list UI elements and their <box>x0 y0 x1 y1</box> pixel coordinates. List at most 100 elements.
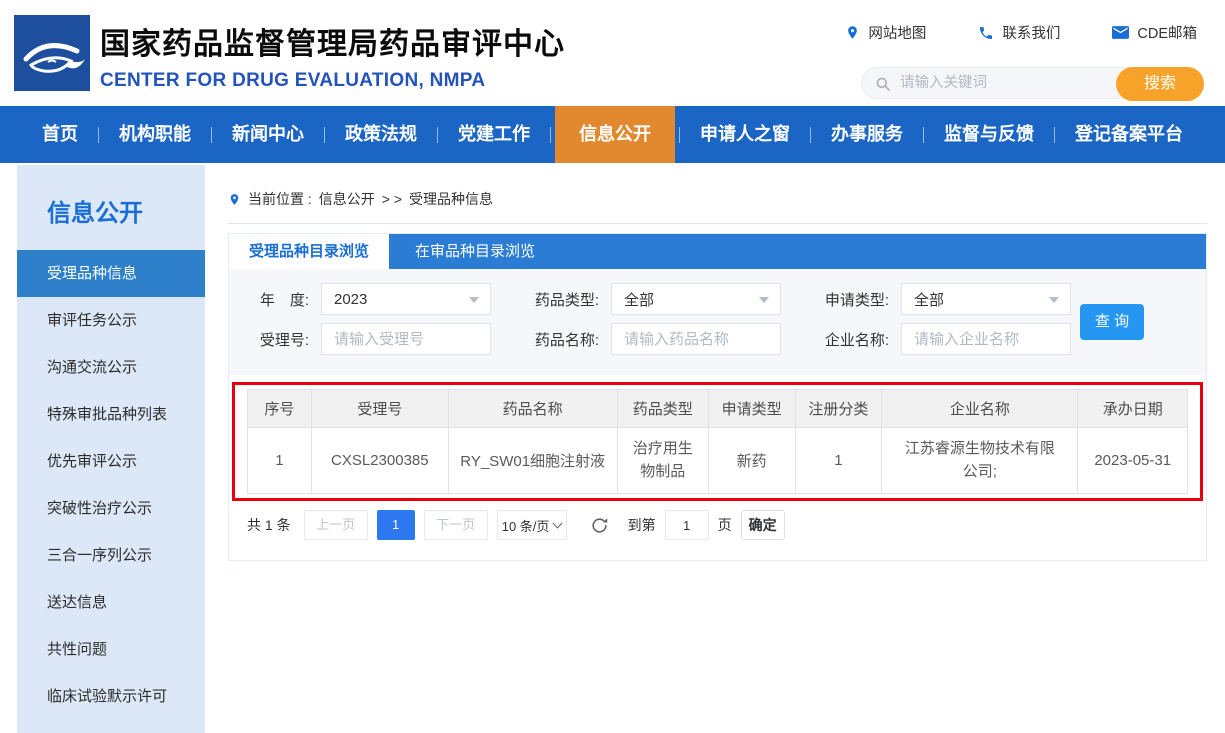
filter-row-2: 受理号: 药品名称: 企业名称: <box>229 323 1206 355</box>
breadcrumb-section[interactable]: 信息公开 <box>319 189 375 209</box>
cde-mail-link-label: CDE邮箱 <box>1137 22 1197 43</box>
cell-undertake-date: 2023-05-31 <box>1078 428 1188 494</box>
page-size-select[interactable]: 10 条/页 <box>497 510 567 540</box>
breadcrumb: 当前位置 : 信息公开 > > 受理品种信息 <box>228 189 1207 224</box>
col-acceptance-no: 受理号 <box>311 390 448 428</box>
sidebar-title: 信息公开 <box>17 165 205 250</box>
nav-item-news[interactable]: 新闻中心 <box>216 106 320 163</box>
filter-section: 年 度: 2023 药品类型: 全部 申请类 <box>229 269 1206 375</box>
page-unit-label: 页 <box>718 515 732 535</box>
contact-link-label: 联系我们 <box>1002 22 1060 43</box>
tab-bar: 受理品种目录浏览 在审品种目录浏览 <box>229 234 1206 269</box>
nav-separator <box>923 127 924 143</box>
contact-link[interactable]: 联系我们 <box>978 22 1060 43</box>
query-button[interactable]: 查 询 <box>1080 304 1144 340</box>
cde-mail-link[interactable]: CDE邮箱 <box>1112 22 1197 43</box>
chevron-down-icon <box>759 297 769 303</box>
col-apply-type: 申请类型 <box>708 390 795 428</box>
nav-item-policy[interactable]: 政策法规 <box>329 106 433 163</box>
acceptance-no-input[interactable] <box>321 323 491 355</box>
tab-under-review-catalog[interactable]: 在审品种目录浏览 <box>389 234 561 269</box>
site-header: 国家药品监督管理局药品审评中心 CENTER FOR DRUG EVALUATI… <box>0 0 1225 106</box>
refresh-button[interactable] <box>590 516 609 535</box>
breadcrumb-current: 受理品种信息 <box>409 189 493 209</box>
filter-row-1: 年 度: 2023 药品类型: 全部 申请类 <box>229 283 1206 315</box>
filter-company-group: 企业名称: <box>809 323 1071 355</box>
nav-item-party[interactable]: 党建工作 <box>442 106 546 163</box>
sidebar-item-communication[interactable]: 沟通交流公示 <box>17 344 205 391</box>
next-page-button[interactable]: 下一页 <box>424 510 488 540</box>
sidebar-item-three-in-one[interactable]: 三合一序列公示 <box>17 532 205 579</box>
col-registration-class: 注册分类 <box>795 390 882 428</box>
nav-item-applicant-window[interactable]: 申请人之窗 <box>684 106 806 163</box>
search-button[interactable]: 搜索 <box>1116 67 1204 101</box>
page-1-button[interactable]: 1 <box>377 510 415 540</box>
nav-item-home[interactable]: 首页 <box>26 106 94 163</box>
sitemap-link[interactable]: 网站地图 <box>845 22 926 43</box>
goto-page-input[interactable] <box>665 510 709 540</box>
cell-drug-name: RY_SW01细胞注射液 <box>448 428 617 494</box>
page: 国家药品监督管理局药品审评中心 CENTER FOR DRUG EVALUATI… <box>0 0 1225 733</box>
page-size-value: 10 条/页 <box>502 516 550 535</box>
breadcrumb-prefix: 当前位置 : <box>248 189 312 209</box>
filter-drug-name-group: 药品名称: <box>519 323 781 355</box>
sidebar-item-common-issues[interactable]: 共性问题 <box>17 626 205 673</box>
table-row: 1 CXSL2300385 RY_SW01细胞注射液 治疗用生物制品 新药 1 … <box>248 428 1188 494</box>
filter-acceptance-no-group: 受理号: <box>229 323 491 355</box>
cell-drug-type: 治疗用生物制品 <box>617 428 708 494</box>
sidebar-item-special-approval[interactable]: 特殊审批品种列表 <box>17 391 205 438</box>
apply-type-select[interactable]: 全部 <box>901 283 1071 315</box>
drug-type-label: 药品类型: <box>519 289 611 310</box>
tab-accepted-catalog[interactable]: 受理品种目录浏览 <box>229 234 389 269</box>
breadcrumb-separator: > > <box>382 191 402 207</box>
cde-logo[interactable] <box>14 15 90 91</box>
sidebar-item-review-tasks[interactable]: 审评任务公示 <box>17 297 205 344</box>
breadcrumb-pin-icon <box>228 192 241 207</box>
envelope-icon <box>1112 26 1129 39</box>
nav-item-supervision[interactable]: 监督与反馈 <box>928 106 1050 163</box>
sidebar-item-breakthrough-therapy[interactable]: 突破性治疗公示 <box>17 485 205 532</box>
chevron-down-icon <box>469 297 479 303</box>
nav-separator <box>211 127 212 143</box>
col-undertake-date: 承办日期 <box>1078 390 1188 428</box>
cell-company: 江苏睿源生物技术有限公司; <box>882 428 1078 494</box>
drug-type-select[interactable]: 全部 <box>611 283 781 315</box>
confirm-button[interactable]: 确定 <box>741 510 785 540</box>
chevron-down-icon <box>553 519 563 529</box>
results-table: 序号 受理号 药品名称 药品类型 申请类型 注册分类 企业名称 承办日期 1 <box>247 389 1188 494</box>
sidebar-item-accepted-varieties[interactable]: 受理品种信息 <box>17 250 205 297</box>
sidebar-item-priority-review[interactable]: 优先审评公示 <box>17 438 205 485</box>
quick-links: 网站地图 联系我们 CDE邮箱 <box>845 22 1197 43</box>
cell-apply-type: 新药 <box>708 428 795 494</box>
filter-apply-type-group: 申请类型: 全部 <box>809 283 1071 315</box>
drug-name-label: 药品名称: <box>519 329 611 350</box>
sitemap-link-label: 网站地图 <box>868 22 926 43</box>
search-input[interactable] <box>900 69 1110 97</box>
col-serial: 序号 <box>248 390 312 428</box>
year-label: 年 度: <box>229 289 321 310</box>
sidebar-item-clinical-trial-implied-license[interactable]: 临床试验默示许可 <box>17 673 205 720</box>
pagination: 共 1 条 上一页 1 下一页 10 条/页 到第 页 确定 <box>247 510 1206 540</box>
company-input[interactable] <box>901 323 1071 355</box>
site-subtitle: CENTER FOR DRUG EVALUATION, NMPA <box>100 70 565 92</box>
nav-item-registration-platform[interactable]: 登记备案平台 <box>1059 106 1199 163</box>
nav-separator <box>324 127 325 143</box>
nav-item-info-disclosure[interactable]: 信息公开 <box>555 106 675 163</box>
nav-item-services[interactable]: 办事服务 <box>815 106 919 163</box>
nav-separator <box>810 127 811 143</box>
pagination-total: 共 1 条 <box>247 515 291 535</box>
year-select[interactable]: 2023 <box>321 283 491 315</box>
site-title: 国家药品监督管理局药品审评中心 <box>100 19 565 63</box>
col-company: 企业名称 <box>882 390 1078 428</box>
prev-page-button[interactable]: 上一页 <box>304 510 368 540</box>
drug-name-input[interactable] <box>611 323 781 355</box>
drug-type-select-value: 全部 <box>624 289 654 310</box>
cell-serial: 1 <box>248 428 312 494</box>
main-content: 当前位置 : 信息公开 > > 受理品种信息 受理品种目录浏览 在审品种目录浏览… <box>228 165 1207 561</box>
filter-drug-type-group: 药品类型: 全部 <box>519 283 781 315</box>
sidebar: 信息公开 受理品种信息 审评任务公示 沟通交流公示 特殊审批品种列表 优先审评公… <box>17 165 205 733</box>
goto-page-label: 到第 <box>628 515 656 535</box>
chevron-down-icon <box>1049 297 1059 303</box>
sidebar-item-delivery-info[interactable]: 送达信息 <box>17 579 205 626</box>
nav-item-functions[interactable]: 机构职能 <box>103 106 207 163</box>
